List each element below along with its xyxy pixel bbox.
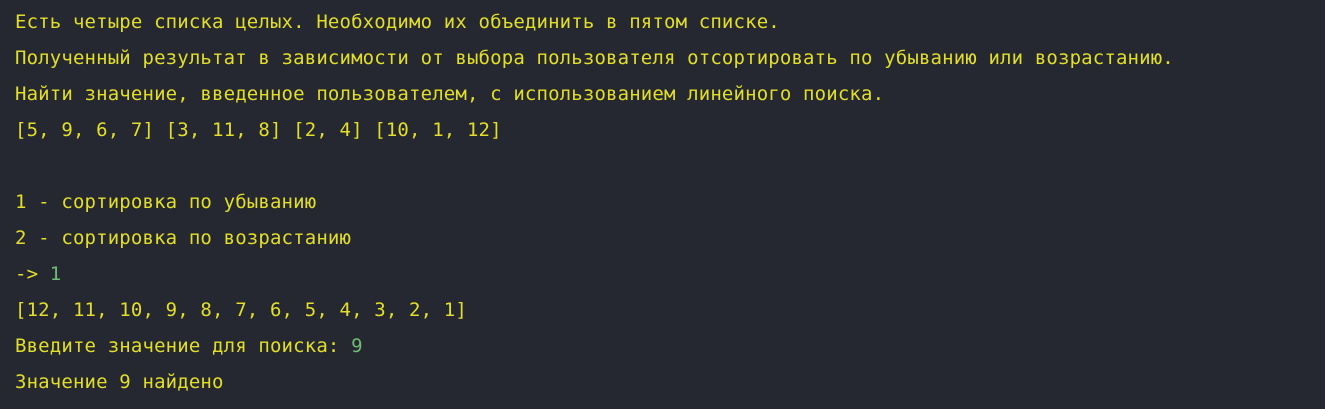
menu-option-descending: 1 - сортировка по убыванию	[15, 191, 317, 213]
menu-option-ascending: 2 - сортировка по возрастанию	[15, 227, 352, 249]
task-description-line-2: Полученный результат в зависимости от вы…	[15, 47, 1174, 69]
search-prompt: Введите значение для поиска:	[15, 335, 352, 357]
task-description-line-3: Найти значение, введенное пользователем,…	[15, 83, 885, 105]
terminal-output: Есть четыре списка целых. Необходимо их …	[0, 0, 1325, 409]
choice-prompt: ->	[15, 263, 50, 285]
source-lists-output: [5, 9, 6, 7] [3, 11, 8] [2, 4] [10, 1, 1…	[15, 119, 502, 141]
choice-line: -> 1	[15, 256, 1325, 292]
task-description-line-1: Есть четыре списка целых. Необходимо их …	[15, 11, 780, 33]
choice-user-input: 1	[49, 263, 62, 285]
search-result-output: Значение 9 найдено	[15, 371, 224, 393]
sorted-result-output: [12, 11, 10, 9, 8, 7, 6, 5, 4, 3, 2, 1]	[15, 299, 467, 321]
search-user-input: 9	[351, 335, 363, 357]
search-line: Введите значение для поиска: 9	[15, 328, 1325, 364]
